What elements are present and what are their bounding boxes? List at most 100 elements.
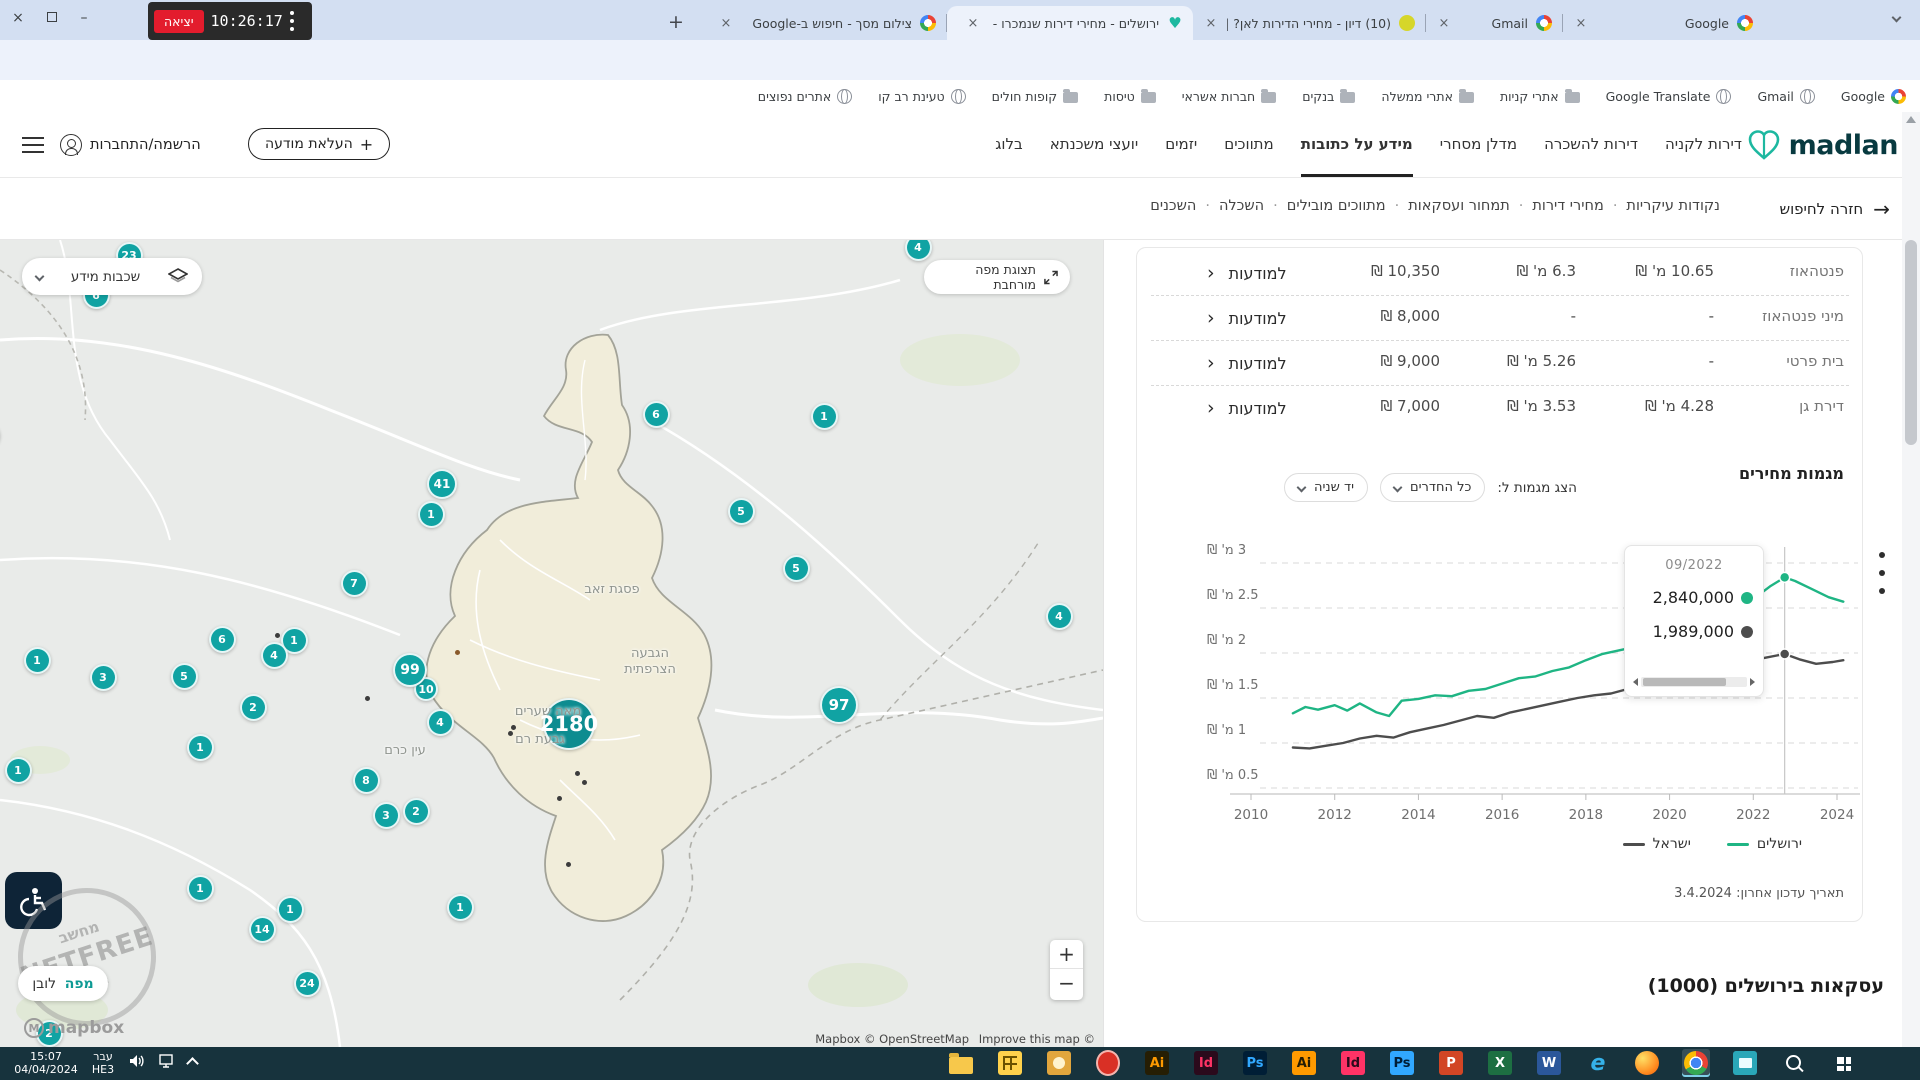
tab-close-icon[interactable]: × xyxy=(1203,16,1219,31)
map-cluster-3[interactable]: 3 xyxy=(90,664,117,691)
taskbar-app-Ai[interactable]: Ai xyxy=(1143,1049,1171,1077)
map-cluster-1[interactable]: 1 xyxy=(277,896,304,923)
scrollbar-up-arrow-icon[interactable] xyxy=(1906,116,1916,123)
rooms-dropdown[interactable]: כל החדרים xyxy=(1380,473,1485,502)
taskbar-app-search[interactable] xyxy=(1780,1049,1808,1077)
listings-link[interactable]: למודעות‹ xyxy=(1207,352,1287,374)
bookmark-אתרים נפוצים[interactable]: אתרים נפוצים xyxy=(758,89,852,104)
taskbar-language-indicator[interactable]: עבר HE3 xyxy=(86,1050,120,1076)
map-toggle-map[interactable]: מפה xyxy=(65,976,94,992)
tooltip-scroll-left-icon[interactable] xyxy=(1633,678,1638,686)
browser-tab-4[interactable]: Google× xyxy=(1563,6,1763,40)
map-cluster-24[interactable]: 24 xyxy=(294,970,321,997)
map-cluster-6[interactable]: 6 xyxy=(643,401,670,428)
map-cluster-1[interactable]: 1 xyxy=(5,757,32,784)
map-toggle-whiten[interactable]: לובן xyxy=(32,976,56,992)
nav-דירות לקניה[interactable]: דירות לקניה xyxy=(1665,112,1742,177)
login-register-link[interactable]: הרשמה/התחברות xyxy=(60,134,201,156)
browser-tab-2[interactable]: (10) דיון - מחירי הדירות לאן? | 39× xyxy=(1193,6,1425,40)
taskbar-app-folder[interactable] xyxy=(947,1049,975,1077)
mapbox-logo[interactable]: Mmapbox xyxy=(24,1018,124,1038)
nav-יועצי משכנתא[interactable]: יועצי משכנתא xyxy=(1050,112,1139,177)
taskbar-app-start[interactable] xyxy=(1829,1049,1857,1077)
window-close-icon[interactable]: × xyxy=(10,10,26,26)
recorder-menu-dots-icon[interactable] xyxy=(290,11,294,31)
taskbar-app-files[interactable] xyxy=(1731,1049,1759,1077)
map-cluster-41[interactable]: 41 xyxy=(427,469,457,499)
map-cluster-1[interactable]: 1 xyxy=(418,501,445,528)
map-style-toggle[interactable]: מפה לובן xyxy=(18,966,108,1001)
nav-מדלן מסחרי[interactable]: מדלן מסחרי xyxy=(1440,112,1517,177)
page-scrollbar[interactable] xyxy=(1902,112,1920,1047)
hamburger-menu-icon[interactable] xyxy=(22,137,44,153)
subnav-נקודות עיקריות[interactable]: נקודות עיקריות xyxy=(1626,198,1720,214)
zoom-in-button[interactable]: + xyxy=(1050,940,1083,969)
exit-button[interactable]: יציאה xyxy=(154,10,204,33)
condition-dropdown[interactable]: יד שניה xyxy=(1284,473,1368,502)
bookmark-Google[interactable]: Google xyxy=(1841,89,1906,104)
map-cluster-8[interactable]: 8 xyxy=(353,767,380,794)
map-cluster-5[interactable]: 5 xyxy=(783,555,810,582)
new-tab-button[interactable]: + xyxy=(662,8,690,36)
bookmark-קופות חולים[interactable]: קופות חולים xyxy=(992,89,1078,104)
taskbar-app-P[interactable]: P xyxy=(1437,1049,1465,1077)
madlan-logo[interactable]: madlan xyxy=(1747,129,1898,161)
tab-close-icon[interactable]: × xyxy=(1573,16,1589,31)
taskbar-app-chrome[interactable] xyxy=(1682,1049,1710,1077)
listings-link[interactable]: למודעות‹ xyxy=(1207,397,1287,419)
map-cluster-4[interactable]: 4 xyxy=(1046,603,1073,630)
map-expand-button[interactable]: תצוגת מפה מורחבת xyxy=(924,260,1070,294)
map-cluster-1[interactable]: 1 xyxy=(24,647,51,674)
listings-link[interactable]: למודעות‹ xyxy=(1207,307,1287,329)
back-to-search-link[interactable]: → חזרה לחיפוש xyxy=(1779,197,1890,221)
zoom-out-button[interactable]: − xyxy=(1050,969,1083,998)
taskbar-app-Ps[interactable]: Ps xyxy=(1241,1049,1269,1077)
scrollbar-thumb[interactable] xyxy=(1905,240,1917,445)
taskbar-clock[interactable]: 15:07 04/04/2024 xyxy=(10,1050,82,1076)
tab-close-icon[interactable]: × xyxy=(965,16,981,31)
browser-tab-1[interactable]: ♥ירושלים - מחירי דירות שנמכרו -× xyxy=(947,6,1193,40)
map-cluster-99[interactable]: 99 xyxy=(393,653,427,687)
listings-link[interactable]: למודעות‹ xyxy=(1207,262,1287,284)
bookmark-טעינת רב קו[interactable]: טעינת רב קו xyxy=(878,89,965,104)
map-cluster-4[interactable]: 4 xyxy=(261,642,288,669)
map-cluster-14[interactable]: 14 xyxy=(249,916,276,943)
bookmark-אתרי ממשלה[interactable]: אתרי ממשלה xyxy=(1381,89,1474,104)
tab-close-icon[interactable]: × xyxy=(718,16,734,31)
map-canvas[interactable]: 2363461411557461410991352974218011832111… xyxy=(0,240,1103,1047)
taskbar-app-X[interactable]: X xyxy=(1486,1049,1514,1077)
taskbar-app-calc[interactable] xyxy=(996,1049,1024,1077)
taskbar-app-Ai[interactable]: Ai xyxy=(1290,1049,1318,1077)
map-cluster-6[interactable]: 6 xyxy=(209,626,236,653)
window-restore-icon[interactable] xyxy=(44,10,60,26)
subnav-תמחור ועסקאות[interactable]: תמחור ועסקאות xyxy=(1408,198,1510,214)
map-cluster-4[interactable]: 4 xyxy=(905,240,932,261)
map-cluster-2[interactable]: 2 xyxy=(240,694,267,721)
window-minimize-icon[interactable]: – xyxy=(76,10,92,26)
bookmark-בנקים[interactable]: בנקים xyxy=(1302,89,1355,104)
map-cluster-97[interactable]: 97 xyxy=(820,686,858,724)
network-icon[interactable] xyxy=(158,1053,176,1069)
taskbar-app-Id[interactable]: Id xyxy=(1192,1049,1220,1077)
map-cluster-1[interactable]: 1 xyxy=(447,894,474,921)
floating-dots-widget[interactable] xyxy=(1879,552,1885,594)
taskbar-app-coin[interactable] xyxy=(1045,1049,1073,1077)
browser-tab-0[interactable]: צילום מסך - חיפוש ב-Google× xyxy=(692,6,946,40)
map-cluster-2[interactable]: 2 xyxy=(403,798,430,825)
tooltip-scrollbar[interactable] xyxy=(1633,676,1755,688)
taskbar-app-Ps[interactable]: Ps xyxy=(1388,1049,1416,1077)
taskbar-app-Id[interactable]: Id xyxy=(1339,1049,1367,1077)
map-cluster-3[interactable]: 3 xyxy=(373,802,400,829)
volume-icon[interactable] xyxy=(128,1053,146,1069)
map-cluster-1[interactable]: 1 xyxy=(811,403,838,430)
map-cluster-1[interactable]: 1 xyxy=(187,734,214,761)
post-listing-button[interactable]: + העלאת מודעה xyxy=(248,128,390,160)
map-cluster-1[interactable]: 1 xyxy=(187,875,214,902)
nav-מתווכים[interactable]: מתווכים xyxy=(1224,112,1273,177)
bookmark-Google Translate[interactable]: Google Translate xyxy=(1606,89,1732,104)
map-cluster-5[interactable]: 5 xyxy=(728,498,755,525)
taskbar-app-reddot[interactable] xyxy=(1094,1049,1122,1077)
bookmark-טיסות[interactable]: טיסות xyxy=(1104,89,1156,104)
map-cluster-7[interactable]: 7 xyxy=(341,570,368,597)
map-layers-button[interactable]: שכבות מידע xyxy=(22,258,202,295)
